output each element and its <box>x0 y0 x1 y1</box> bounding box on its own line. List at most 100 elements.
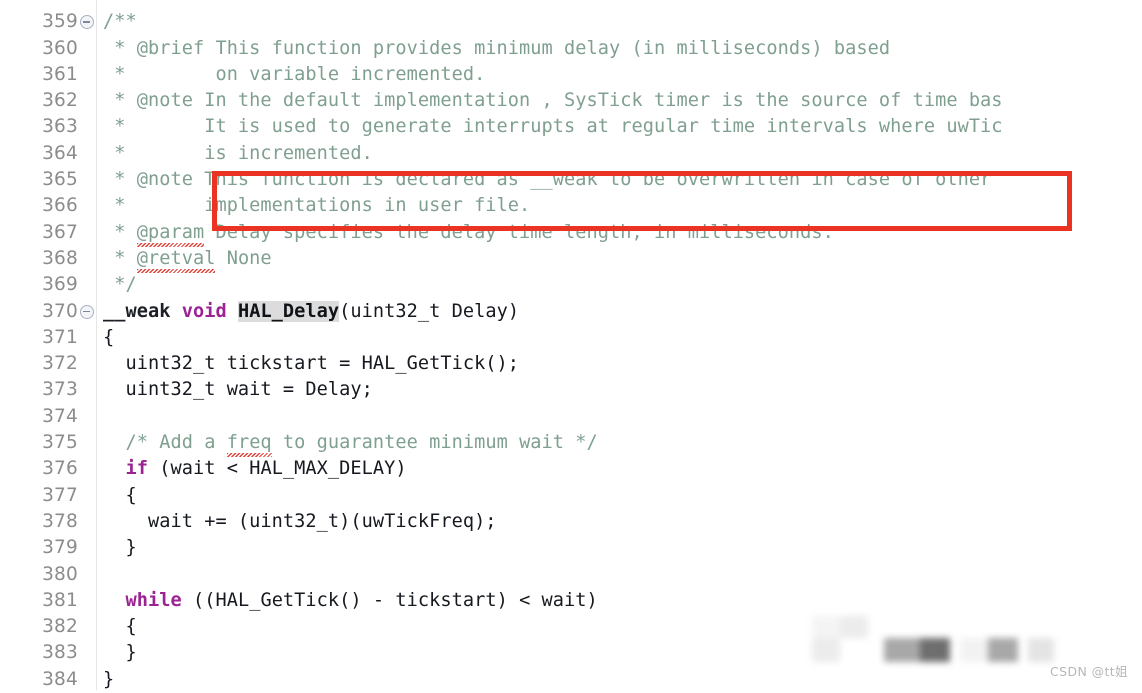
line-number: 376 <box>42 458 78 480</box>
code-token: } <box>103 537 137 559</box>
line-number: 374 <box>42 405 78 427</box>
code-text: * @note This function is declared as __w… <box>103 167 991 193</box>
redacted-blobs <box>812 616 1054 662</box>
code-line[interactable]: 360 * @brief This function provides mini… <box>0 36 1142 62</box>
code-text: if (wait < HAL_MAX_DELAY) <box>103 456 407 482</box>
code-line[interactable]: 375 /* Add a freq to guarantee minimum w… <box>0 430 1142 458</box>
redaction-blob <box>884 638 920 662</box>
code-text: * It is used to generate interrupts at r… <box>103 114 1003 140</box>
redaction-blob <box>988 638 1018 662</box>
line-number: 365 <box>42 169 78 190</box>
redaction-blob <box>1028 638 1054 662</box>
line-number: 367 <box>42 221 78 243</box>
line-number: 380 <box>42 563 78 585</box>
line-number: 370 <box>42 300 78 322</box>
code-token: /* Add a <box>103 432 227 453</box>
code-text: { <box>103 325 114 351</box>
code-token: wait += (uint32_t)(uwTickFreq); <box>103 510 497 532</box>
code-line[interactable]: 365 * @note This function is declared as… <box>0 167 1142 193</box>
code-text: } <box>103 535 137 561</box>
code-line[interactable]: 359 /** <box>0 9 1142 35</box>
code-text: /** <box>103 9 137 35</box>
spellcheck-token: @param <box>136 220 205 248</box>
code-text: while ((HAL_GetTick() - tickstart) < wai… <box>103 588 598 614</box>
csdn-watermark: CSDN @tt姐 <box>1049 664 1128 679</box>
code-line[interactable]: 374 <box>0 404 1142 430</box>
fold-collapse-icon[interactable] <box>80 304 94 319</box>
code-line[interactable]: 366 * implementations in user file. <box>0 193 1142 219</box>
line-number: 375 <box>42 432 78 453</box>
code-line[interactable]: 367 * @param Delay specifies the delay t… <box>0 220 1142 248</box>
code-token: None <box>215 247 272 269</box>
code-token: to guarantee minimum wait */ <box>271 432 598 453</box>
line-number: 379 <box>42 537 78 559</box>
code-text: */ <box>103 272 137 298</box>
code-text: wait += (uint32_t)(uwTickFreq); <box>103 509 497 535</box>
code-text: * implementations in user file. <box>103 193 530 219</box>
code-line[interactable]: 372 uint32_t tickstart = HAL_GetTick(); <box>0 351 1142 377</box>
code-token: void <box>181 300 227 322</box>
code-line[interactable]: 378 wait += (uint32_t)(uwTickFreq); <box>0 509 1142 535</box>
code-line[interactable]: 362 * @note In the default implementatio… <box>0 88 1142 114</box>
line-number: 372 <box>42 353 78 375</box>
code-text: __weak void HAL_Delay(uint32_t Delay) <box>103 299 519 325</box>
code-line[interactable]: 379 } <box>0 535 1142 561</box>
code-line[interactable]: 373 uint32_t wait = Delay; <box>0 377 1142 403</box>
line-number: 361 <box>42 63 78 85</box>
code-token: uint32_t wait = Delay; <box>103 379 373 401</box>
fold-collapse-icon[interactable] <box>80 15 94 30</box>
code-token: (wait < HAL_MAX_DELAY) <box>148 458 407 480</box>
line-number: 368 <box>42 247 78 269</box>
line-number: 364 <box>42 142 78 164</box>
code-text: uint32_t wait = Delay; <box>103 377 373 403</box>
line-number: 382 <box>42 616 78 638</box>
line-number: 377 <box>42 484 78 506</box>
code-token: * @brief This function provides minimum … <box>103 37 891 59</box>
line-number: 378 <box>42 510 78 532</box>
code-text: { <box>103 483 137 509</box>
code-line[interactable]: 371 { <box>0 325 1142 351</box>
code-line[interactable]: 384} <box>0 667 1142 693</box>
code-text: /* Add a freq to guarantee minimum wait … <box>103 430 598 458</box>
line-number: 362 <box>42 90 78 112</box>
code-token: Delay specifies the delay time length, i… <box>204 221 834 243</box>
code-token: { <box>103 484 137 506</box>
code-line[interactable]: 380 <box>0 562 1142 588</box>
code-text: } <box>103 667 114 693</box>
code-text: * @brief This function provides minimum … <box>103 36 890 62</box>
code-token: * <box>103 221 137 243</box>
code-token: /** <box>103 11 137 33</box>
code-line[interactable]: 370 __weak void HAL_Delay(uint32_t Delay) <box>0 299 1142 325</box>
code-text: * @note In the default implementation , … <box>103 88 1003 114</box>
code-token: (uint32_t Delay) <box>339 300 520 322</box>
code-line[interactable]: 369 */ <box>0 272 1142 298</box>
code-text: * on variable incremented. <box>103 62 485 88</box>
line-number: 359 <box>42 11 78 33</box>
code-line[interactable]: 381 while ((HAL_GetTick() - tickstart) <… <box>0 588 1142 614</box>
code-line[interactable]: 363 * It is used to generate interrupts … <box>0 114 1142 140</box>
code-line[interactable]: 368 * @retval None <box>0 246 1142 274</box>
code-token: * on variable incremented. <box>103 63 486 85</box>
code-token: uint32_t tickstart = HAL_GetTick(); <box>103 353 520 375</box>
code-editor[interactable]: 359 /** 360 * @brief This function provide… <box>0 0 1142 690</box>
code-line[interactable]: 377 { <box>0 483 1142 509</box>
redaction-blob <box>812 616 840 638</box>
code-line[interactable]: 364 * is incremented. <box>0 141 1142 167</box>
code-token: * It is used to generate interrupts at r… <box>103 116 1003 138</box>
line-number: 371 <box>42 326 78 348</box>
line-number: 384 <box>42 668 78 690</box>
code-text: uint32_t tickstart = HAL_GetTick(); <box>103 351 519 377</box>
line-number: 360 <box>42 37 78 59</box>
line-number: 383 <box>42 642 78 664</box>
line-number: 366 <box>42 195 78 217</box>
code-line[interactable]: 376 if (wait < HAL_MAX_DELAY) <box>0 456 1142 482</box>
code-line[interactable]: 361 * on variable incremented. <box>0 62 1142 88</box>
line-number: 381 <box>42 589 78 611</box>
redaction-blob <box>840 616 868 638</box>
line-number: 363 <box>42 116 78 138</box>
code-token: ((HAL_GetTick() - tickstart) < wait) <box>181 589 598 611</box>
code-text: } <box>103 640 137 666</box>
code-token: * is incremented. <box>103 142 373 164</box>
